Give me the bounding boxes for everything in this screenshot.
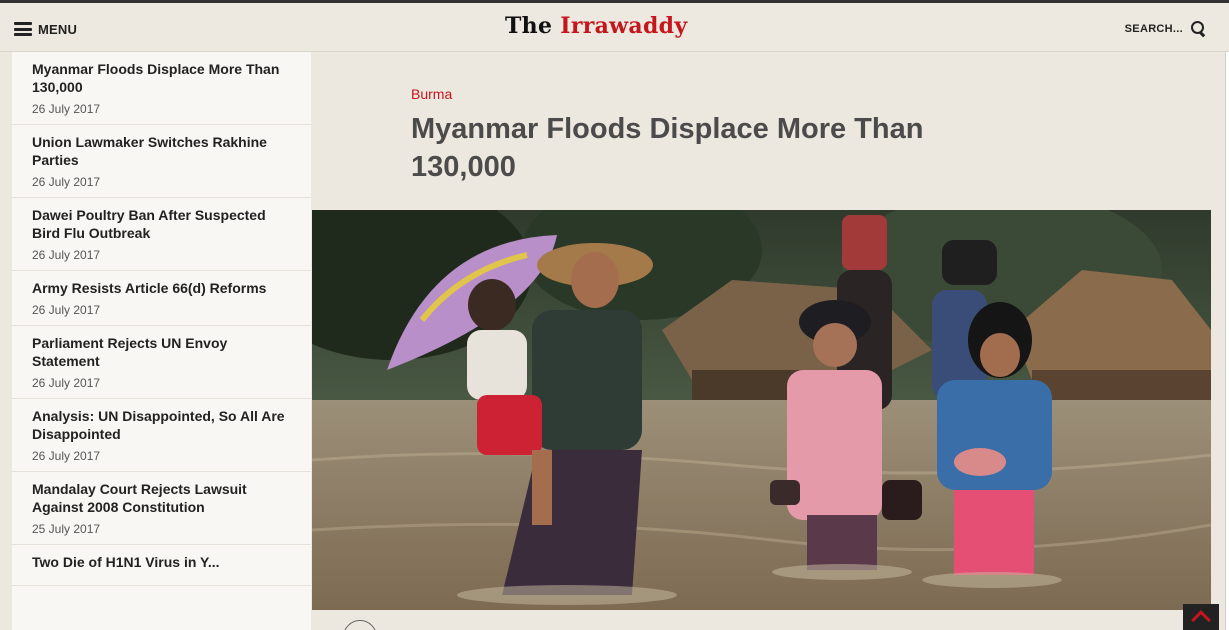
scrollbar-track[interactable] <box>1225 52 1229 630</box>
share-circle[interactable] <box>343 620 377 630</box>
list-item-date: 25 July 2017 <box>32 522 101 536</box>
site-logo[interactable]: The Irrawaddy <box>505 13 687 39</box>
list-item-date: 26 July 2017 <box>32 248 101 262</box>
back-to-top-button[interactable] <box>1183 604 1219 630</box>
list-item[interactable]: Union Lawmaker Switches Rakhine Parties … <box>12 125 311 198</box>
search-label: SEARCH... <box>1124 23 1183 35</box>
list-item-date: 26 July 2017 <box>32 376 101 390</box>
list-item-title: Parliament Rejects UN Envoy Statement <box>32 335 228 369</box>
article-headline: Myanmar Floods Displace More Than 130,00… <box>411 113 924 183</box>
list-item-title: Mandalay Court Rejects Lawsuit Against 2… <box>32 481 247 515</box>
list-item[interactable]: Analysis: UN Disappointed, So All Are Di… <box>12 399 311 472</box>
list-item-date: 26 July 2017 <box>32 175 101 189</box>
list-item[interactable]: Myanmar Floods Displace More Than 130,00… <box>12 52 311 125</box>
list-item-title: Myanmar Floods Displace More Than 130,00… <box>32 61 280 95</box>
list-item[interactable]: Army Resists Article 66(d) Reforms 26 Ju… <box>12 271 311 326</box>
list-item-title: Dawei Poultry Ban After Suspected Bird F… <box>32 207 266 241</box>
menu-label: MENU <box>38 21 78 37</box>
list-item-title: Two Die of H1N1 Virus in Y... <box>32 554 220 570</box>
hamburger-icon <box>14 22 32 36</box>
search-icon <box>1191 21 1207 37</box>
list-item[interactable]: Two Die of H1N1 Virus in Y... <box>12 545 311 586</box>
list-item-title: Analysis: UN Disappointed, So All Are Di… <box>32 408 285 442</box>
top-header: MENU The Irrawaddy SEARCH... <box>0 0 1229 52</box>
search-button[interactable]: SEARCH... <box>1125 21 1207 37</box>
list-item-date: 26 July 2017 <box>32 449 101 463</box>
sidebar-news-list: Myanmar Floods Displace More Than 130,00… <box>12 52 311 630</box>
list-item-date: 26 July 2017 <box>32 303 101 317</box>
article-category[interactable]: Burma <box>411 86 452 102</box>
list-item-title: Union Lawmaker Switches Rakhine Parties <box>32 134 267 168</box>
logo-name: Irrawaddy <box>560 13 688 39</box>
list-item[interactable]: Dawei Poultry Ban After Suspected Bird F… <box>12 198 311 271</box>
list-item[interactable]: Mandalay Court Rejects Lawsuit Against 2… <box>12 472 311 545</box>
list-item-title: Army Resists Article 66(d) Reforms <box>32 280 267 296</box>
hero-image <box>312 210 1211 610</box>
list-item[interactable]: Parliament Rejects UN Envoy Statement 26… <box>12 326 311 399</box>
logo-the: The <box>505 13 553 39</box>
menu-button[interactable]: MENU <box>14 19 77 39</box>
list-item-date: 26 July 2017 <box>32 102 101 116</box>
